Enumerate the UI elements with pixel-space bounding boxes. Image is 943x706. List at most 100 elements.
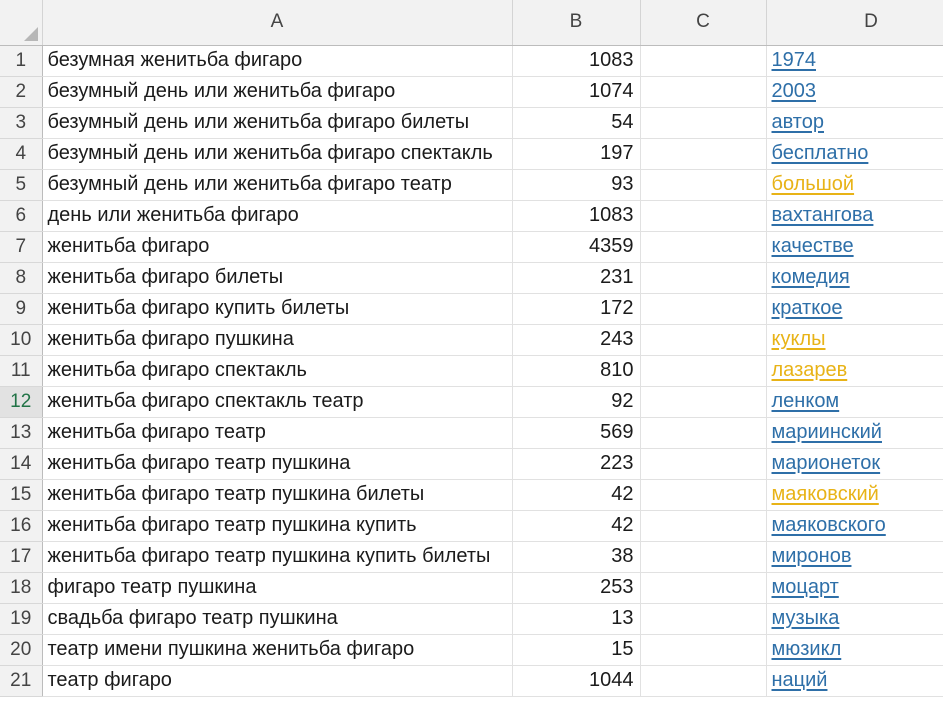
select-all-corner[interactable] (0, 0, 43, 46)
cell-c[interactable] (640, 45, 767, 77)
row-header[interactable]: 9 (0, 293, 43, 325)
row-header[interactable]: 8 (0, 262, 43, 294)
cell-d[interactable]: вахтангова (766, 200, 943, 232)
cell-d[interactable]: миронов (766, 541, 943, 573)
row-header[interactable]: 13 (0, 417, 43, 449)
cell-a[interactable]: женитьба фигаро (42, 231, 513, 263)
hyperlink[interactable]: 2003 (772, 80, 817, 102)
cell-b[interactable]: 172 (512, 293, 641, 325)
cell-c[interactable] (640, 634, 767, 666)
cell-a[interactable]: женитьба фигаро театр (42, 417, 513, 449)
cell-a[interactable]: женитьба фигаро билеты (42, 262, 513, 294)
cell-d[interactable]: ленком (766, 386, 943, 418)
cell-b[interactable]: 13 (512, 603, 641, 635)
cell-d[interactable]: музыка (766, 603, 943, 635)
cell-c[interactable] (640, 572, 767, 604)
cell-a[interactable]: женитьба фигаро пушкина (42, 324, 513, 356)
cell-d[interactable]: краткое (766, 293, 943, 325)
hyperlink[interactable]: бесплатно (772, 142, 869, 164)
cell-c[interactable] (640, 665, 767, 697)
cell-d[interactable]: марионеток (766, 448, 943, 480)
column-header-c[interactable]: C (640, 0, 767, 46)
cell-c[interactable] (640, 479, 767, 511)
cell-d[interactable]: маяковского (766, 510, 943, 542)
cell-d[interactable]: комедия (766, 262, 943, 294)
cell-b[interactable]: 1074 (512, 76, 641, 108)
cell-b[interactable]: 810 (512, 355, 641, 387)
cell-d[interactable]: мариинский (766, 417, 943, 449)
cell-b[interactable]: 4359 (512, 231, 641, 263)
hyperlink[interactable]: лазарев (772, 359, 848, 381)
cell-d[interactable]: качестве (766, 231, 943, 263)
cell-b[interactable]: 243 (512, 324, 641, 356)
column-header-d[interactable]: D (766, 0, 943, 46)
cell-d[interactable]: большой (766, 169, 943, 201)
row-header[interactable]: 2 (0, 76, 43, 108)
cell-d[interactable]: наций (766, 665, 943, 697)
cell-a[interactable]: женитьба фигаро театр пушкина (42, 448, 513, 480)
cell-b[interactable]: 93 (512, 169, 641, 201)
row-header[interactable]: 20 (0, 634, 43, 666)
hyperlink[interactable]: мюзикл (772, 638, 842, 660)
cell-b[interactable]: 42 (512, 479, 641, 511)
cell-b[interactable]: 15 (512, 634, 641, 666)
cell-a[interactable]: безумный день или женитьба фигаро спекта… (42, 138, 513, 170)
row-header[interactable]: 18 (0, 572, 43, 604)
cell-c[interactable] (640, 293, 767, 325)
row-header[interactable]: 12 (0, 386, 43, 418)
row-header[interactable]: 19 (0, 603, 43, 635)
hyperlink[interactable]: мариинский (772, 421, 882, 443)
cell-c[interactable] (640, 448, 767, 480)
cell-c[interactable] (640, 386, 767, 418)
cell-a[interactable]: театр имени пушкина женитьба фигаро (42, 634, 513, 666)
cell-b[interactable]: 42 (512, 510, 641, 542)
cell-c[interactable] (640, 107, 767, 139)
row-header[interactable]: 3 (0, 107, 43, 139)
cell-c[interactable] (640, 603, 767, 635)
column-header-b[interactable]: B (512, 0, 641, 46)
cell-d[interactable]: 1974 (766, 45, 943, 77)
cell-d[interactable]: лазарев (766, 355, 943, 387)
cell-a[interactable]: безумный день или женитьба фигаро театр (42, 169, 513, 201)
cell-b[interactable]: 1083 (512, 200, 641, 232)
cell-a[interactable]: женитьба фигаро купить билеты (42, 293, 513, 325)
hyperlink[interactable]: моцарт (772, 576, 839, 598)
cell-a[interactable]: безумная женитьба фигаро (42, 45, 513, 77)
hyperlink[interactable]: краткое (772, 297, 843, 319)
cell-a[interactable]: театр фигаро (42, 665, 513, 697)
cell-c[interactable] (640, 169, 767, 201)
row-header[interactable]: 11 (0, 355, 43, 387)
hyperlink[interactable]: качестве (772, 235, 854, 257)
row-header[interactable]: 7 (0, 231, 43, 263)
cell-a[interactable]: женитьба фигаро спектакль (42, 355, 513, 387)
cell-c[interactable] (640, 76, 767, 108)
hyperlink[interactable]: комедия (772, 266, 850, 288)
row-header[interactable]: 5 (0, 169, 43, 201)
hyperlink[interactable]: автор (772, 111, 825, 133)
cell-b[interactable]: 38 (512, 541, 641, 573)
row-header[interactable]: 17 (0, 541, 43, 573)
cell-c[interactable] (640, 231, 767, 263)
cell-a[interactable]: женитьба фигаро театр пушкина билеты (42, 479, 513, 511)
cell-b[interactable]: 1083 (512, 45, 641, 77)
hyperlink[interactable]: 1974 (772, 49, 817, 71)
hyperlink[interactable]: ленком (772, 390, 840, 412)
cell-a[interactable]: безумный день или женитьба фигаро билеты (42, 107, 513, 139)
hyperlink[interactable]: музыка (772, 607, 840, 629)
row-header[interactable]: 10 (0, 324, 43, 356)
row-header[interactable]: 21 (0, 665, 43, 697)
cell-c[interactable] (640, 138, 767, 170)
cell-c[interactable] (640, 324, 767, 356)
cell-d[interactable]: бесплатно (766, 138, 943, 170)
cell-c[interactable] (640, 262, 767, 294)
row-header[interactable]: 16 (0, 510, 43, 542)
cell-d[interactable]: мюзикл (766, 634, 943, 666)
row-header[interactable]: 14 (0, 448, 43, 480)
cell-b[interactable]: 54 (512, 107, 641, 139)
cell-c[interactable] (640, 417, 767, 449)
cell-a[interactable]: женитьба фигаро театр пушкина купить бил… (42, 541, 513, 573)
hyperlink[interactable]: маяковский (772, 483, 879, 505)
hyperlink[interactable]: наций (772, 669, 828, 691)
cell-a[interactable]: фигаро театр пушкина (42, 572, 513, 604)
cell-a[interactable]: женитьба фигаро спектакль театр (42, 386, 513, 418)
